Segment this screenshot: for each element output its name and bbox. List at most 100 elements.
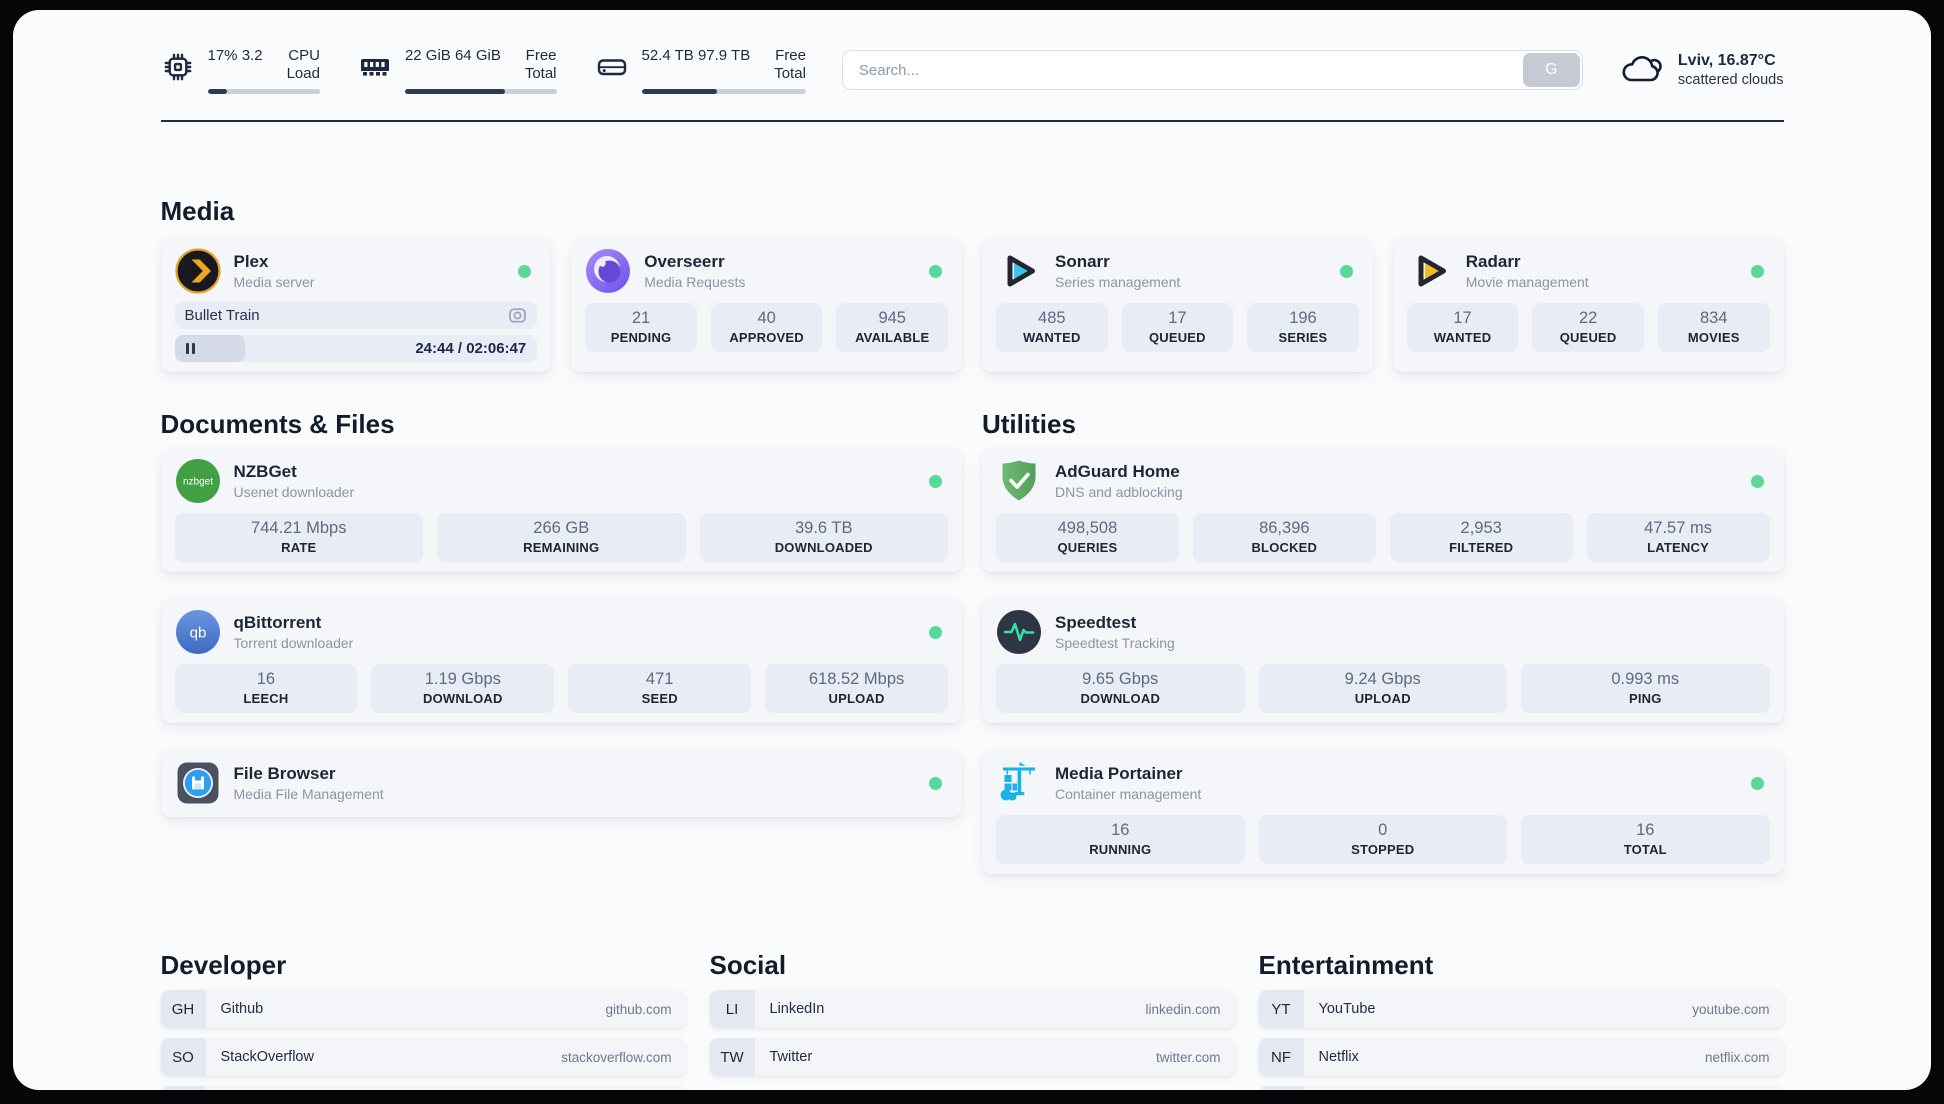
app-subtitle: Torrent downloader — [233, 635, 354, 651]
app-card-nzbget[interactable]: nzbget NZBGet Usenet downloader 744.21 M… — [160, 447, 962, 572]
search-input[interactable] — [841, 50, 1583, 90]
app-card-overseerr[interactable]: Overseerr Media Requests 21 PENDING 40 A… — [571, 237, 962, 372]
documents-column: Documents & Files nzbget NZBGet Usenet d… — [160, 409, 962, 874]
app-card-sonarr[interactable]: Sonarr Series management 485 WANTED 17 Q… — [982, 237, 1373, 372]
radarr-icon — [1418, 255, 1446, 287]
stat-filtered: 2,953 FILTERED — [1389, 513, 1573, 562]
bookmark-group-developer: Developer GH Github github.com SO StackO… — [160, 950, 686, 1090]
status-dot — [929, 625, 942, 639]
app-name: NZBGet — [233, 462, 297, 481]
weather-condition: scattered clouds — [1677, 71, 1784, 88]
stat-queued: 17 QUEUED — [1121, 303, 1234, 352]
app-name: Media Portainer — [1055, 764, 1183, 783]
stat-queries: 498,508 QUERIES — [996, 513, 1179, 562]
app-subtitle: Movie management — [1465, 274, 1589, 290]
speedtest-icon — [997, 610, 1041, 654]
bookmark-url: youtube.com — [1692, 1001, 1770, 1017]
stat-wanted: 17 WANTED — [1406, 303, 1519, 352]
svg-text:nzbget: nzbget — [182, 477, 212, 488]
now-playing-title: Bullet Train — [184, 307, 260, 324]
cpu-load-value: 3.2 — [241, 46, 263, 64]
section-title-entertainment: Entertainment — [1258, 950, 1434, 980]
memory-icon — [360, 58, 389, 76]
disk-icon — [597, 58, 626, 75]
stat-series: 196 SERIES — [1247, 303, 1359, 352]
bookmark-github[interactable]: GH Github github.com — [160, 990, 686, 1028]
filebrowser-icon — [177, 762, 218, 804]
header-divider — [160, 120, 1784, 122]
status-dot — [929, 474, 942, 488]
bookmark-abbr: DT — [160, 1086, 206, 1090]
app-subtitle: Series management — [1055, 274, 1181, 290]
disk-total-value: 97.9 TB — [697, 46, 751, 64]
app-card-speedtest[interactable]: Speedtest Speedtest Tracking 9.65 Gbps D… — [982, 598, 1784, 723]
pause-icon — [185, 343, 196, 354]
stat-pending: 21 PENDING — [585, 303, 697, 352]
bookmark-url: stackoverflow.com — [561, 1049, 672, 1065]
app-subtitle: Speedtest Tracking — [1055, 635, 1175, 651]
bookmark-name: YouTube — [1318, 1001, 1376, 1017]
app-card-portainer[interactable]: Media Portainer Container management 16 … — [982, 749, 1784, 874]
stat-download: 1.19 Gbps DOWNLOAD — [371, 664, 555, 713]
bookmark-name: Netflix — [1318, 1049, 1359, 1065]
app-name: Overseerr — [644, 252, 725, 271]
app-card-radarr[interactable]: Radarr Movie management 17 WANTED 22 QUE… — [1392, 237, 1784, 372]
stat-download: 9.65 Gbps DOWNLOAD — [996, 664, 1245, 713]
app-card-plex[interactable]: Plex Media server Bullet Train 24:44 / 0… — [160, 237, 552, 372]
app-card-adguard[interactable]: AdGuard Home DNS and adblocking 498,508 … — [982, 447, 1784, 572]
top-bar: 17% 3.2 CPU Load 22 GiB 64 GiB Free Tota… — [161, 44, 1784, 96]
bookmark-twitter[interactable]: TW Twitter twitter.com — [709, 1038, 1235, 1076]
bookmark-reddit[interactable]: RE Reddit reddit.com — [1258, 1086, 1784, 1090]
cpu-load-label: Load — [286, 64, 320, 82]
cloud-icon — [1622, 55, 1662, 82]
bookmark-url: netflix.com — [1704, 1049, 1770, 1065]
memory-total-value: 64 GiB — [454, 46, 501, 64]
app-card-qbittorrent[interactable]: qb qBittorrent Torrent downloader 16 LEE… — [160, 598, 962, 723]
bookmark-dev[interactable]: DT DEV dev.to — [160, 1086, 686, 1090]
weather-widget: Lviv, 16.87°C scattered clouds — [1619, 50, 1784, 90]
playback-progress: 24:44 / 02:06:47 — [174, 335, 538, 362]
bookmark-abbr: SO — [160, 1038, 206, 1076]
sonarr-icon — [1007, 255, 1035, 287]
playback-time: 24:44 / 02:06:47 — [415, 340, 527, 357]
app-name: qBittorrent — [233, 613, 322, 632]
section-title-utilities: Utilities — [982, 409, 1076, 439]
stat-wanted: 485 WANTED — [996, 303, 1108, 352]
bookmark-abbr: GH — [160, 990, 206, 1028]
stat-upload: 9.24 Gbps UPLOAD — [1258, 664, 1507, 713]
app-subtitle: DNS and adblocking — [1055, 484, 1183, 500]
stat-seed: 471 SEED — [568, 664, 752, 713]
status-dot — [929, 264, 942, 278]
bookmark-abbr: RE — [1258, 1086, 1304, 1090]
disk-progress-bar — [641, 88, 806, 94]
bookmark-stackoverflow[interactable]: SO StackOverflow stackoverflow.com — [160, 1038, 686, 1076]
cpu-usage-value: 17% — [207, 46, 238, 64]
app-name: AdGuard Home — [1055, 462, 1180, 481]
stat-latency: 47.57 ms LATENCY — [1586, 513, 1770, 562]
qbittorrent-icon: qb — [175, 610, 220, 654]
disk-free-value: 52.4 TB — [641, 46, 694, 64]
stat-movies: 834 MOVIES — [1657, 303, 1770, 352]
plex-icon — [174, 248, 221, 294]
stat-available: 945 AVAILABLE — [836, 303, 948, 352]
bookmark-name: Github — [220, 1001, 264, 1017]
memory-monitor: 22 GiB 64 GiB Free Total — [358, 47, 557, 94]
section-title-developer: Developer — [160, 950, 287, 980]
memory-free-label: Free — [525, 46, 557, 64]
section-title-social: Social — [709, 950, 787, 980]
bookmark-linkedin[interactable]: LI LinkedIn linkedin.com — [709, 990, 1235, 1028]
app-card-filebrowser[interactable]: File Browser Media File Management — [160, 749, 962, 817]
bookmark-youtube[interactable]: YT YouTube youtube.com — [1258, 990, 1784, 1028]
search-engine-button[interactable]: G — [1522, 53, 1580, 87]
bookmark-netflix[interactable]: NF Netflix netflix.com — [1258, 1038, 1784, 1076]
app-name: Plex — [233, 252, 269, 271]
adguard-icon — [1002, 460, 1036, 501]
app-subtitle: Media Requests — [644, 274, 746, 290]
cpu-progress-bar — [207, 88, 320, 94]
cpu-usage-label: CPU — [288, 46, 320, 64]
stat-remaining: 266 GB REMAINING — [437, 513, 686, 562]
nzbget-icon: nzbget — [175, 459, 220, 503]
bookmark-name: StackOverflow — [220, 1049, 314, 1065]
bookmark-abbr: NF — [1258, 1038, 1304, 1076]
stat-rate: 744.21 Mbps RATE — [174, 513, 423, 562]
